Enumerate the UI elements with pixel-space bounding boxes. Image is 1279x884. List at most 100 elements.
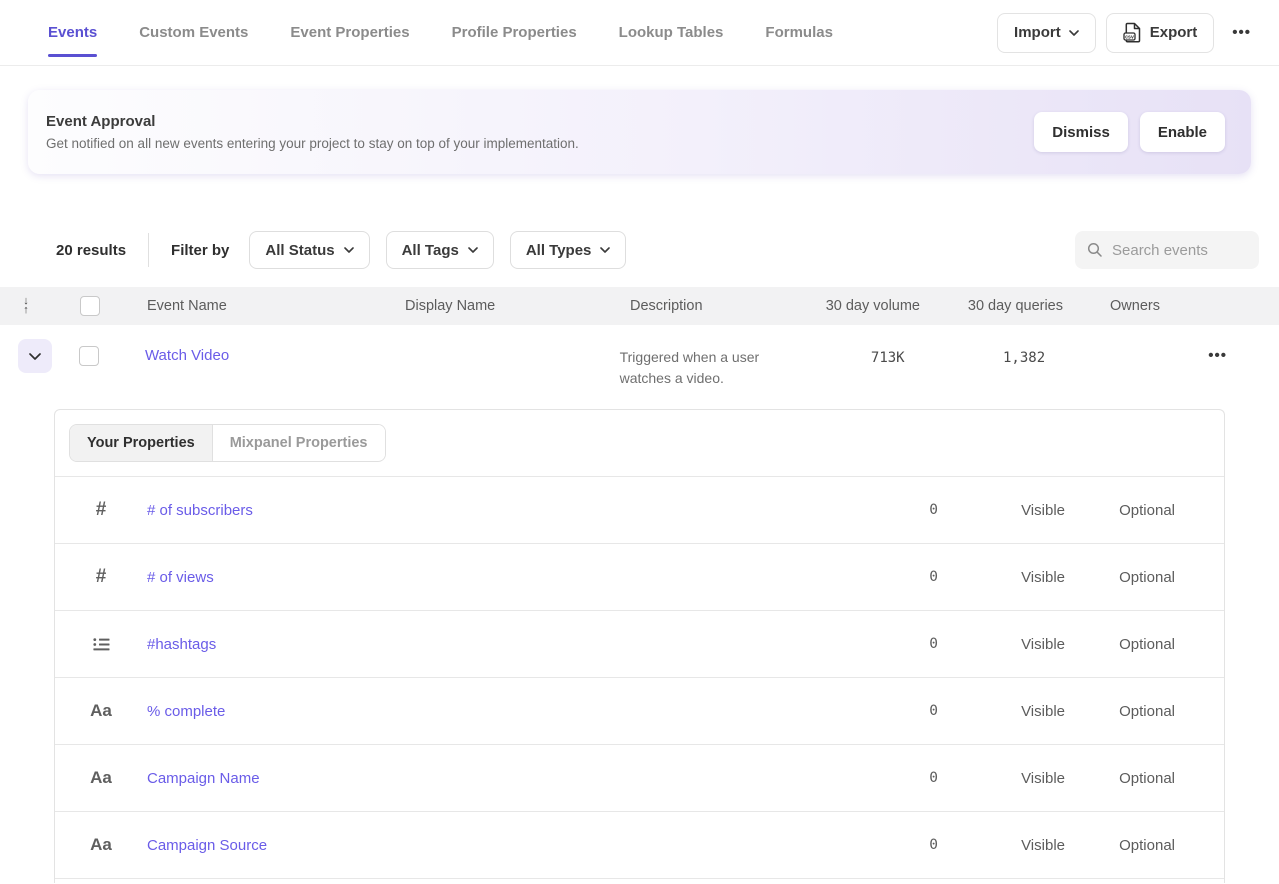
export-button-label: Export xyxy=(1150,24,1198,41)
chevron-down-icon xyxy=(468,247,478,253)
select-all-cell xyxy=(70,296,147,316)
status-filter-dropdown[interactable]: All Status xyxy=(249,231,369,269)
nav-tabs: Events Custom Events Event Properties Pr… xyxy=(48,0,833,65)
column-30-day-queries[interactable]: 30 day queries xyxy=(920,298,1063,314)
event-name-link[interactable]: Watch Video xyxy=(145,347,229,364)
number-type-icon: # xyxy=(96,499,107,521)
property-count: 0 xyxy=(818,837,938,853)
properties-tabs-container: Your Properties Mixpanel Properties xyxy=(55,410,1224,477)
property-count: 0 xyxy=(818,569,938,585)
chevron-down-icon xyxy=(29,353,41,360)
number-type-icon: # xyxy=(96,566,107,588)
tab-event-properties[interactable]: Event Properties xyxy=(290,0,409,65)
description-cell: Triggered when a user watches a video. xyxy=(620,337,807,389)
search-events-box[interactable] xyxy=(1075,231,1259,269)
property-type-cell: Aa xyxy=(55,768,147,788)
tab-mixpanel-properties-label: Mixpanel Properties xyxy=(230,435,368,451)
chevron-down-icon xyxy=(1069,30,1079,36)
import-button-label: Import xyxy=(1014,24,1061,41)
column-event-name[interactable]: Event Name xyxy=(147,298,405,314)
tab-formulas-label: Formulas xyxy=(765,24,833,41)
dismiss-button[interactable]: Dismiss xyxy=(1034,112,1128,152)
column-owners[interactable]: Owners xyxy=(1063,298,1220,314)
property-visibility[interactable]: Visible xyxy=(938,502,1065,519)
tab-custom-events-label: Custom Events xyxy=(139,24,248,41)
properties-tab-group: Your Properties Mixpanel Properties xyxy=(69,424,386,462)
more-options-button[interactable]: ••• xyxy=(1224,24,1259,41)
tab-events-label: Events xyxy=(48,24,97,41)
select-all-checkbox[interactable] xyxy=(80,296,100,316)
chevron-down-icon xyxy=(600,247,610,253)
property-requirement[interactable]: Optional xyxy=(1065,569,1175,586)
status-filter-value: All Status xyxy=(265,242,334,259)
property-requirement[interactable]: Optional xyxy=(1065,636,1175,653)
enable-button[interactable]: Enable xyxy=(1140,112,1225,152)
banner-description: Get notified on all new events entering … xyxy=(46,136,579,151)
collapse-all-icon[interactable]: ↓ ↑ xyxy=(18,297,34,315)
svg-text:csv: csv xyxy=(1125,34,1134,40)
csv-file-icon: csv xyxy=(1123,22,1142,43)
tags-filter-dropdown[interactable]: All Tags xyxy=(386,231,494,269)
tab-your-properties-label: Your Properties xyxy=(87,435,195,451)
banner-text: Event Approval Get notified on all new e… xyxy=(46,113,579,151)
queries-cell: 1,382 xyxy=(905,337,1046,366)
more-icon: ••• xyxy=(1208,347,1227,364)
collapse-row-button[interactable] xyxy=(18,339,52,373)
volume-cell: 713K xyxy=(806,337,904,366)
event-name-cell: Watch Video xyxy=(145,337,399,364)
property-visibility[interactable]: Visible xyxy=(938,837,1065,854)
property-row: Aa Campaign Name 0 Visible Optional xyxy=(55,745,1224,812)
row-more-options-button[interactable]: ••• xyxy=(1200,347,1235,364)
property-type-cell: # xyxy=(55,499,147,521)
property-visibility[interactable]: Visible xyxy=(938,569,1065,586)
arrow-up-icon: ↑ xyxy=(23,306,29,315)
volume-value: 713K xyxy=(871,350,905,366)
property-visibility[interactable]: Visible xyxy=(938,703,1065,720)
tab-your-properties[interactable]: Your Properties xyxy=(70,425,212,461)
tab-lookup-tables[interactable]: Lookup Tables xyxy=(619,0,724,65)
property-name-link[interactable]: #hashtags xyxy=(147,636,818,653)
event-description: Triggered when a user watches a video. xyxy=(620,347,782,389)
property-count: 0 xyxy=(818,636,938,652)
export-button[interactable]: csv Export xyxy=(1106,13,1215,53)
event-row-watch-video: Watch Video Triggered when a user watche… xyxy=(0,325,1279,409)
tab-lookup-tables-label: Lookup Tables xyxy=(619,24,724,41)
event-approval-banner: Event Approval Get notified on all new e… xyxy=(28,90,1251,174)
property-requirement[interactable]: Optional xyxy=(1065,502,1175,519)
top-navigation: Events Custom Events Event Properties Pr… xyxy=(0,0,1279,66)
text-type-icon: Aa xyxy=(90,835,112,855)
property-name-link[interactable]: # of views xyxy=(147,569,818,586)
property-type-cell: Aa xyxy=(55,835,147,855)
property-name-link[interactable]: % complete xyxy=(147,703,818,720)
property-count: 0 xyxy=(818,703,938,719)
tab-profile-properties[interactable]: Profile Properties xyxy=(452,0,577,65)
search-events-input[interactable] xyxy=(1112,242,1242,259)
property-requirement[interactable]: Optional xyxy=(1065,703,1175,720)
column-description[interactable]: Description xyxy=(630,298,820,314)
import-button[interactable]: Import xyxy=(997,13,1096,53)
chevron-down-icon xyxy=(344,247,354,253)
property-visibility[interactable]: Visible xyxy=(938,770,1065,787)
tab-formulas[interactable]: Formulas xyxy=(765,0,833,65)
row-checkbox[interactable] xyxy=(79,346,99,366)
row-select-cell xyxy=(69,337,145,366)
tab-mixpanel-properties[interactable]: Mixpanel Properties xyxy=(212,425,385,461)
property-requirement[interactable]: Optional xyxy=(1065,837,1175,854)
row-actions-cell: ••• xyxy=(1200,337,1279,364)
property-count: 0 xyxy=(818,502,938,518)
property-name-link[interactable]: Campaign Source xyxy=(147,837,818,854)
property-visibility[interactable]: Visible xyxy=(938,636,1065,653)
column-30-day-volume[interactable]: 30 day volume xyxy=(820,298,920,314)
property-name-link[interactable]: # of subscribers xyxy=(147,502,818,519)
column-display-name[interactable]: Display Name xyxy=(405,298,630,314)
tab-events[interactable]: Events xyxy=(48,0,97,65)
property-requirement[interactable]: Optional xyxy=(1065,770,1175,787)
property-type-cell: Aa xyxy=(55,701,147,721)
filter-toolbar: 20 results Filter by All Status All Tags… xyxy=(56,230,1259,270)
property-name-link[interactable]: Campaign Name xyxy=(147,770,818,787)
results-count: 20 results xyxy=(56,242,126,259)
tab-custom-events[interactable]: Custom Events xyxy=(139,0,248,65)
more-icon: ••• xyxy=(1232,24,1251,41)
types-filter-value: All Types xyxy=(526,242,592,259)
types-filter-dropdown[interactable]: All Types xyxy=(510,231,627,269)
